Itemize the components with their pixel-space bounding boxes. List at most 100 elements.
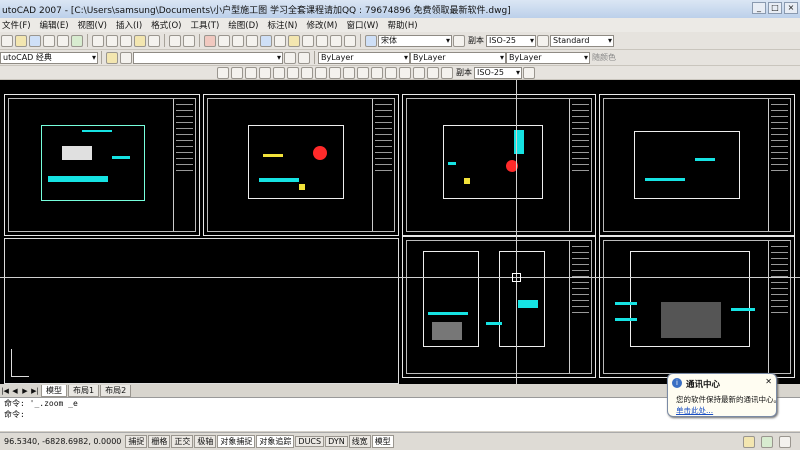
menu-edit[interactable]: 编辑(E) xyxy=(40,19,69,31)
dim-update-icon[interactable] xyxy=(441,66,453,79)
markup-icon[interactable] xyxy=(316,34,328,47)
save-icon[interactable] xyxy=(29,34,41,47)
undo-icon[interactable] xyxy=(169,34,181,47)
menu-draw[interactable]: 绘图(D) xyxy=(228,19,258,31)
copy-icon[interactable] xyxy=(106,34,118,47)
menu-help[interactable]: 帮助(H) xyxy=(388,19,418,31)
menu-window[interactable]: 窗口(W) xyxy=(346,19,378,31)
ducs-toggle[interactable]: DUCS xyxy=(295,436,325,447)
notification-link[interactable]: 单击此处... xyxy=(676,405,713,416)
dim-style-combo[interactable]: ISO-25 xyxy=(486,34,536,47)
tolerance-icon[interactable] xyxy=(385,66,397,79)
ordinate-dim-icon[interactable] xyxy=(259,66,271,79)
tool-palettes-icon[interactable] xyxy=(288,34,300,47)
lineweight-combo[interactable]: ByLayer xyxy=(506,51,590,64)
layer-state-icon[interactable] xyxy=(120,51,132,64)
menu-tools[interactable]: 工具(T) xyxy=(190,19,219,31)
prev-tab-icon[interactable]: ◀ xyxy=(10,387,20,395)
zoom-previous-icon[interactable] xyxy=(246,34,258,47)
sheet-viewport-1[interactable] xyxy=(4,94,200,236)
zoom-realtime-icon[interactable] xyxy=(218,34,230,47)
polar-toggle[interactable]: 极轴 xyxy=(194,435,217,448)
aligned-dim-icon[interactable] xyxy=(231,66,243,79)
tab-layout1[interactable]: 布局1 xyxy=(68,384,100,397)
lock-icon[interactable] xyxy=(743,436,755,448)
dim-text-edit-icon[interactable] xyxy=(427,66,439,79)
dyn-toggle[interactable]: DYN xyxy=(325,436,348,447)
text-style-combo[interactable]: Standard xyxy=(550,34,614,47)
sheet-set-icon[interactable] xyxy=(302,34,314,47)
last-tab-icon[interactable]: ▶| xyxy=(30,387,40,395)
menu-format[interactable]: 格式(O) xyxy=(151,19,181,31)
sheet-viewport-5[interactable] xyxy=(4,238,399,384)
dimension-style-icon[interactable] xyxy=(453,34,465,47)
diameter-dim-icon[interactable] xyxy=(301,66,313,79)
close-icon[interactable]: ✕ xyxy=(765,377,772,386)
grid-toggle[interactable]: 栅格 xyxy=(148,435,171,448)
make-current-layer-icon[interactable] xyxy=(284,51,296,64)
text-style-icon[interactable] xyxy=(365,34,377,47)
zoom-window-icon[interactable] xyxy=(232,34,244,47)
model-toggle[interactable]: 模型 xyxy=(371,435,394,448)
properties-icon[interactable] xyxy=(260,34,272,47)
otrack-toggle[interactable]: 对象追踪 xyxy=(256,435,295,448)
lwt-toggle[interactable]: 线宽 xyxy=(348,435,371,448)
tab-layout2[interactable]: 布局2 xyxy=(100,384,132,397)
menu-dimension[interactable]: 标注(N) xyxy=(267,19,297,31)
angular-dim-icon[interactable] xyxy=(315,66,327,79)
baseline-dim-icon[interactable] xyxy=(343,66,355,79)
help-icon[interactable] xyxy=(344,34,356,47)
print-preview-icon[interactable] xyxy=(57,34,69,47)
dim-style-manager-icon[interactable] xyxy=(523,66,535,79)
quickcalc-icon[interactable] xyxy=(330,34,342,47)
continue-dim-icon[interactable] xyxy=(357,66,369,79)
block-editor-icon[interactable] xyxy=(148,34,160,47)
sheet-viewport-7[interactable] xyxy=(599,236,795,378)
sheet-viewport-2[interactable] xyxy=(203,94,399,236)
layer-combo[interactable] xyxy=(133,51,283,64)
cut-icon[interactable] xyxy=(92,34,104,47)
minimize-button[interactable]: _ xyxy=(752,2,766,14)
design-center-icon[interactable] xyxy=(274,34,286,47)
close-button[interactable]: × xyxy=(784,2,798,14)
workspace-combo[interactable]: utoCAD 经典 xyxy=(0,51,98,64)
radius-dim-icon[interactable] xyxy=(273,66,285,79)
new-file-icon[interactable] xyxy=(1,34,13,47)
tab-model[interactable]: 模型 xyxy=(41,384,67,397)
quick-leader-icon[interactable] xyxy=(371,66,383,79)
tray-settings-icon[interactable] xyxy=(779,436,791,448)
sheet-viewport-4[interactable] xyxy=(599,94,795,236)
maximize-button[interactable]: □ xyxy=(768,2,782,14)
table-style-icon[interactable] xyxy=(537,34,549,47)
dim-style-combo-2[interactable]: ISO-25 xyxy=(474,66,522,79)
linetype-combo[interactable]: ByLayer xyxy=(410,51,506,64)
menu-insert[interactable]: 插入(I) xyxy=(116,19,142,31)
layer-manager-icon[interactable] xyxy=(106,51,118,64)
dim-edit-icon[interactable] xyxy=(413,66,425,79)
quick-dim-icon[interactable] xyxy=(329,66,341,79)
paste-icon[interactable] xyxy=(120,34,132,47)
menu-file[interactable]: 文件(F) xyxy=(2,19,31,31)
print-icon[interactable] xyxy=(43,34,55,47)
match-properties-icon[interactable] xyxy=(134,34,146,47)
open-file-icon[interactable] xyxy=(15,34,27,47)
arc-length-icon[interactable] xyxy=(245,66,257,79)
snap-toggle[interactable]: 捕捉 xyxy=(125,435,148,448)
sheet-viewport-6[interactable] xyxy=(402,236,596,378)
coordinate-readout[interactable]: 96.5340, -6828.6982, 0.0000 xyxy=(0,437,125,446)
layer-previous-icon[interactable] xyxy=(298,51,310,64)
first-tab-icon[interactable]: |◀ xyxy=(0,387,10,395)
center-mark-icon[interactable] xyxy=(399,66,411,79)
redo-icon[interactable] xyxy=(183,34,195,47)
next-tab-icon[interactable]: ▶ xyxy=(20,387,30,395)
menu-view[interactable]: 视图(V) xyxy=(78,19,107,31)
publish-icon[interactable] xyxy=(71,34,83,47)
pan-icon[interactable] xyxy=(204,34,216,47)
font-combo[interactable]: 宋体 xyxy=(378,34,452,47)
comm-center-icon[interactable] xyxy=(761,436,773,448)
jogged-dim-icon[interactable] xyxy=(287,66,299,79)
color-combo[interactable]: ByLayer xyxy=(318,51,410,64)
osnap-toggle[interactable]: 对象捕捉 xyxy=(217,435,256,448)
linear-dim-icon[interactable] xyxy=(217,66,229,79)
drawing-canvas[interactable] xyxy=(0,80,800,384)
